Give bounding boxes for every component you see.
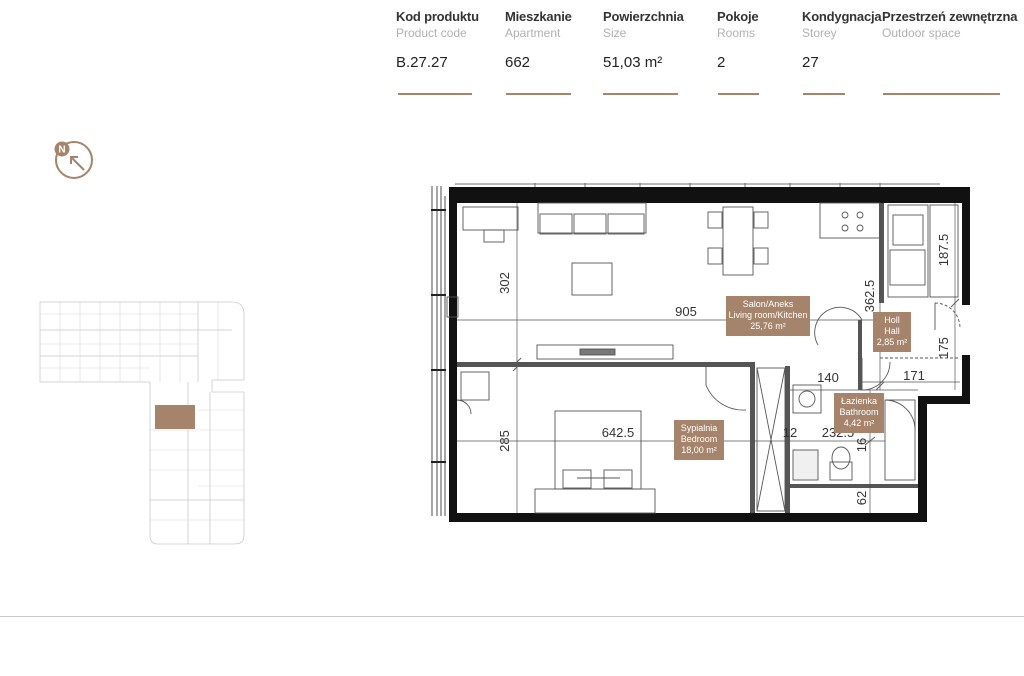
room-name: Sypialnia xyxy=(681,423,718,433)
north-letter: N xyxy=(58,145,65,156)
spec-storey: Kondygnacja Storey 27 xyxy=(802,9,882,95)
spec-label: Kondygnacja xyxy=(802,9,882,24)
spec-value: 662 xyxy=(505,54,531,71)
spec-value: 51,03 m² xyxy=(603,54,663,71)
spec-outdoor-space: Przestrzeń zewnętrzna Outdoor space xyxy=(882,9,1018,95)
dim-905: 905 xyxy=(675,304,697,319)
spec-label: Pokoje xyxy=(717,9,759,24)
building-key-plan xyxy=(39,301,245,545)
spec-underline xyxy=(506,93,571,95)
footer-divider xyxy=(0,616,1024,617)
room-area: 18,00 m² xyxy=(681,445,717,455)
spec-label-en: Apartment xyxy=(505,26,561,40)
spec-underline xyxy=(803,93,845,95)
room-label-living: Salon/Aneks Living room/Kitchen 25,76 m² xyxy=(726,296,810,336)
room-name-en: Hall xyxy=(884,326,900,336)
spec-label-en: Outdoor space xyxy=(882,26,961,40)
spec-product-code: Kod produktu Product code B.27.27 xyxy=(396,9,479,95)
dim-16: 16 xyxy=(854,438,869,452)
spec-value: 2 xyxy=(717,54,726,71)
room-area: 4,42 m² xyxy=(844,418,875,428)
dim-171: 171 xyxy=(903,368,925,383)
spec-label: Powierzchnia xyxy=(603,9,684,24)
spec-label: Przestrzeń zewnętrzna xyxy=(882,9,1018,24)
room-name-en: Living room/Kitchen xyxy=(728,310,807,320)
spec-value: B.27.27 xyxy=(396,54,448,71)
spec-value xyxy=(882,54,1017,72)
dim-285: 285 xyxy=(497,430,512,452)
floor-plan: 302 905 362.5 187.5 175 140 171 285 642.… xyxy=(431,183,970,522)
dim-362-5: 362.5 xyxy=(862,280,877,313)
dim-140: 140 xyxy=(817,370,839,385)
spec-apartment: Mieszkanie Apartment 662 xyxy=(505,9,572,95)
room-name: Holl xyxy=(884,315,900,325)
spec-label-en: Rooms xyxy=(717,26,756,40)
room-name-en: Bathroom xyxy=(839,407,878,417)
spec-rooms: Pokoje Rooms 2 xyxy=(717,9,759,95)
room-name-en: Bedroom xyxy=(681,434,718,444)
spec-underline xyxy=(398,93,472,95)
spec-label-en: Product code xyxy=(396,26,467,40)
room-label-bathroom: Łazienka Bathroom 4,42 m² xyxy=(834,393,884,433)
dim-175: 175 xyxy=(936,337,951,359)
room-label-hall: Holl Hall 2,85 m² xyxy=(873,312,911,352)
room-area: 25,76 m² xyxy=(750,321,786,331)
room-name: Łazienka xyxy=(841,396,877,406)
dim-62: 62 xyxy=(854,491,869,505)
dim-302: 302 xyxy=(497,272,512,294)
spec-size: Powierzchnia Size 51,03 m² xyxy=(603,9,684,95)
spec-label-en: Size xyxy=(603,26,627,40)
spec-label: Mieszkanie xyxy=(505,9,572,24)
room-name: Salon/Aneks xyxy=(743,299,794,309)
room-label-bedroom: Sypialnia Bedroom 18,00 m² xyxy=(674,420,724,460)
spec-value: 27 xyxy=(802,54,819,71)
dim-187-5: 187.5 xyxy=(936,234,951,267)
dim-642-5: 642.5 xyxy=(602,425,635,440)
spec-underline xyxy=(603,93,678,95)
north-arrow-icon: N xyxy=(54,141,93,179)
dim-12: 12 xyxy=(783,425,797,440)
spec-underline xyxy=(883,93,1000,95)
spec-label-en: Storey xyxy=(802,26,837,40)
room-area: 2,85 m² xyxy=(877,337,908,347)
spec-label: Kod produktu xyxy=(396,9,479,24)
spec-underline xyxy=(718,93,759,95)
apartment-location-highlight xyxy=(155,405,195,429)
